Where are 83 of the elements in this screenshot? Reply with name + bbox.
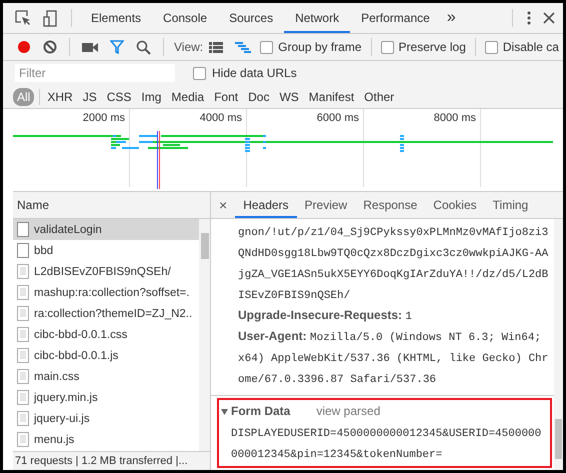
document-icon <box>17 411 29 426</box>
panel-tab[interactable]: Elements <box>80 3 152 33</box>
request-row[interactable]: mashup:ra:collection?soffset=. <box>13 282 199 303</box>
header-value: gnon/!ut/p/z1/04_Sj9CPykssy0xPLMnMz0vMAfIjo8zi3 <box>238 227 548 239</box>
close-icon[interactable] <box>543 12 555 24</box>
header-name: Upgrade-Insecure-Requests: <box>238 308 402 322</box>
document-icon <box>17 390 29 405</box>
inspect-icon[interactable] <box>15 10 31 26</box>
more-tabs-button[interactable]: » <box>440 9 462 27</box>
checkbox[interactable] <box>380 40 394 54</box>
device-icon[interactable] <box>43 10 57 26</box>
header-value: Mozilla/5.0 (Windows NT 6.3; Win64; <box>310 332 542 344</box>
type-filter[interactable]: Other <box>360 88 398 106</box>
record-icon[interactable] <box>17 40 31 54</box>
detail-tab[interactable]: Headers <box>235 192 297 218</box>
form-data-value: 000012345&pin=12345&tokenNumber= <box>231 449 442 461</box>
option-label: Group by frame <box>278 40 362 54</box>
detail-tab[interactable]: Timing <box>484 192 536 218</box>
panel-tab[interactable]: Console <box>152 3 218 33</box>
blank-page-icon <box>17 222 29 237</box>
request-row[interactable]: bbd <box>13 240 199 261</box>
detail-tab[interactable]: Response <box>355 192 426 218</box>
request-row[interactable]: jquery.min.js <box>13 387 199 408</box>
detail-tab[interactable]: Cookies <box>425 192 485 218</box>
view-label: View: <box>174 40 204 54</box>
close-button[interactable]: × <box>211 197 236 213</box>
panel-tab[interactable]: Performance <box>350 3 441 33</box>
type-filter[interactable]: XHR <box>43 88 77 106</box>
checkbox[interactable] <box>260 40 274 54</box>
request-row[interactable]: menu.js <box>13 429 199 450</box>
header-value: x64) AppleWebKit/537.36 (KHTML, like Gecko) Chr <box>238 353 548 365</box>
type-filter[interactable]: Font <box>210 88 242 106</box>
option-label: Disable ca <box>502 40 559 54</box>
header-name: User-Agent: <box>238 329 307 343</box>
view-parsed-link[interactable]: view parsed <box>316 404 380 418</box>
type-filter[interactable]: CSS <box>102 88 136 106</box>
clear-icon[interactable] <box>43 40 57 54</box>
document-icon <box>17 432 29 447</box>
checkbox[interactable] <box>193 66 206 80</box>
filter-field[interactable]: Filter <box>15 64 175 82</box>
form-data-value: DISPLAYEDUSERID=4500000000012345&USERID=4500000 <box>231 428 542 440</box>
more-options-icon[interactable] <box>527 11 531 25</box>
header-value: QNdHD0sgg18Lbw9TQ0cQzx8DczDgixc3cz0wwkpiAJKG-AA <box>238 248 548 260</box>
blank-page-icon <box>17 243 29 258</box>
option-label: Preserve log <box>398 40 466 54</box>
request-row[interactable]: cibc-bbd-0.0.1.js <box>13 345 199 366</box>
request-row[interactable]: cibc-bbd-0.0.1.css <box>13 324 199 345</box>
expand-triangle-icon[interactable] <box>221 408 228 414</box>
header-value: 1 <box>405 311 412 323</box>
document-icon <box>17 264 29 279</box>
document-icon <box>17 306 29 321</box>
request-row[interactable]: validateLogin <box>13 219 199 240</box>
type-filter[interactable]: WS <box>275 88 303 106</box>
request-row[interactable]: jquery-ui.js <box>13 408 199 429</box>
document-icon <box>17 327 29 342</box>
waterfall-view-icon[interactable] <box>235 42 252 52</box>
type-filter[interactable]: JS <box>78 88 101 106</box>
request-row[interactable]: ra:collection?themeID=ZJ_N2.. <box>13 303 199 324</box>
header-value: ome/67.0.3396.87 Safari/537.36 <box>238 374 436 386</box>
video-camera-icon[interactable] <box>82 42 98 52</box>
column-header[interactable]: Name <box>13 192 210 219</box>
document-icon <box>17 369 29 384</box>
header-value: jgZA_VGE1ASn5ukX5EYY6DoqKgIArZduYA!!/dz/d5/L2dB <box>238 269 548 281</box>
checkbox[interactable] <box>484 40 498 54</box>
header-value: ISEvZ0FBIS9nQSEh/ <box>238 290 350 302</box>
type-filter[interactable]: Media <box>167 88 208 106</box>
status-bar: 71 requests | 1.2 MB transferred |... <box>13 451 210 470</box>
request-row[interactable]: main.css <box>13 366 199 387</box>
scrollbar[interactable] <box>554 219 563 470</box>
scrollbar[interactable] <box>199 219 210 451</box>
filter-icon[interactable] <box>110 40 124 54</box>
panel-tab[interactable]: Sources <box>218 3 284 33</box>
document-icon <box>17 348 29 363</box>
detail-tab[interactable]: Preview <box>296 192 356 218</box>
request-row[interactable]: L2dBISEvZ0FBIS9nQSEh/ <box>13 261 199 282</box>
document-icon <box>17 285 29 300</box>
search-icon[interactable] <box>136 40 151 54</box>
type-filter[interactable]: Img <box>137 88 166 106</box>
type-filter[interactable]: Manifest <box>304 88 358 106</box>
type-filter[interactable]: Doc <box>244 88 274 106</box>
list-view-icon[interactable] <box>209 42 224 52</box>
option-label: Hide data URLs <box>212 66 297 80</box>
section-title[interactable]: Form Data <box>231 404 290 418</box>
